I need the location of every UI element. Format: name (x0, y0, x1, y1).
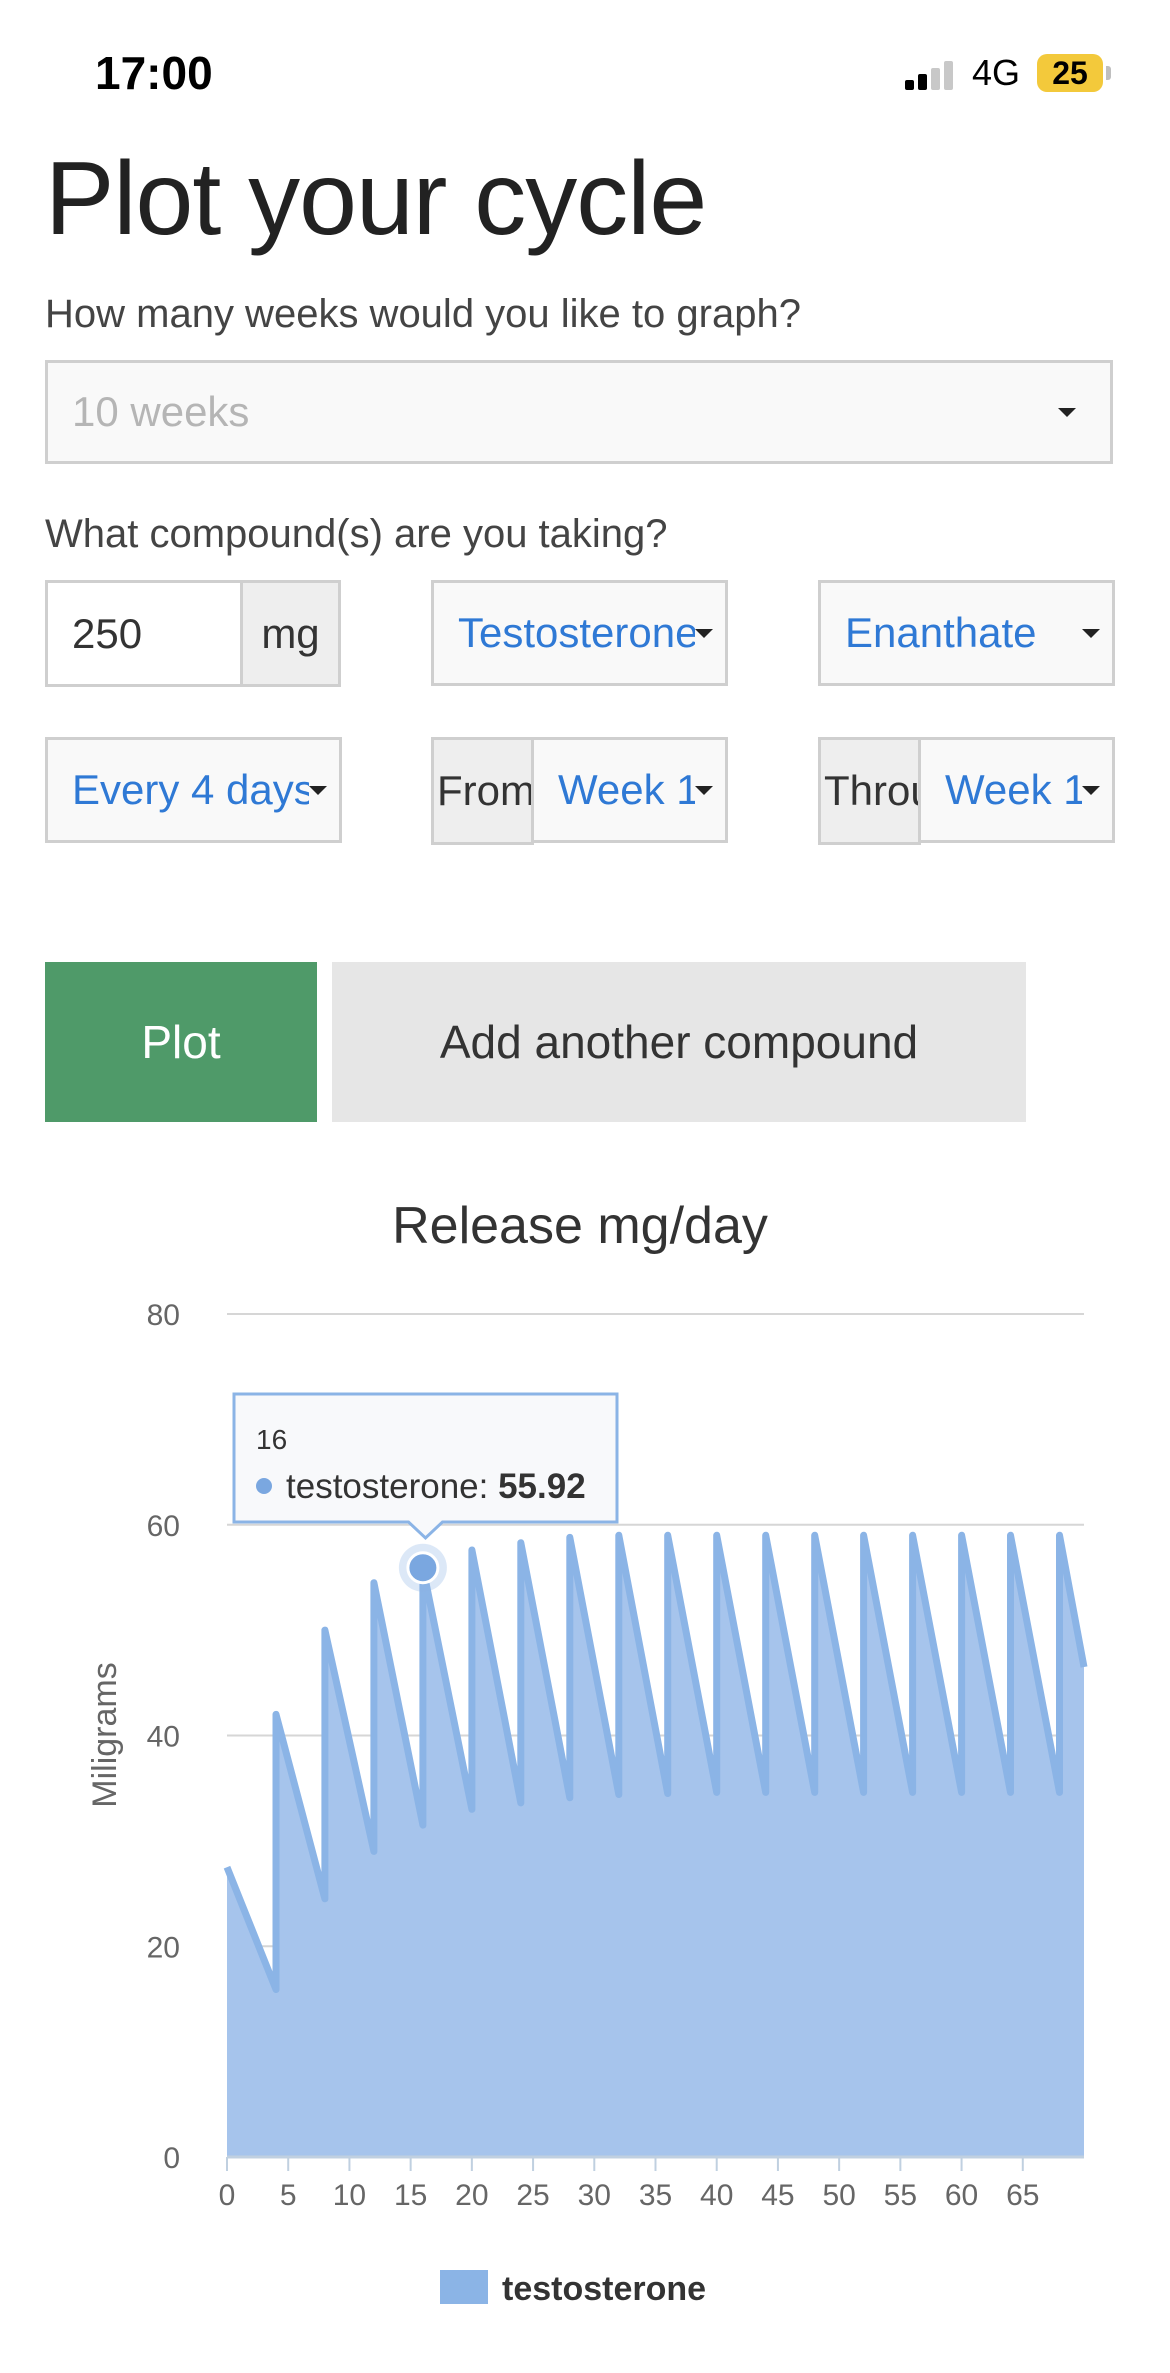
tooltip-series-dot (256, 1478, 272, 1494)
chevron-down-icon (695, 629, 713, 638)
x-tick-label: 30 (578, 2179, 611, 2212)
tooltip-series-name: testosterone: (286, 1467, 498, 1506)
x-tick-label: 5 (280, 2179, 297, 2212)
y-tick-label: 0 (163, 2142, 180, 2175)
y-tick-label: 40 (147, 1721, 180, 1754)
tooltip-value-line: testosterone: 55.92 (286, 1467, 586, 1506)
plot-button[interactable]: Plot (45, 962, 317, 1122)
x-tick-label: 0 (219, 2179, 236, 2212)
x-tick-label: 65 (1006, 2179, 1039, 2212)
through-week-select[interactable]: Week 10 (918, 737, 1115, 843)
chart-title: Release mg/day (392, 1197, 768, 1255)
hover-point (406, 1551, 440, 1585)
network-type: 4G (972, 52, 1021, 93)
ester-select[interactable]: Enanthate (818, 580, 1115, 686)
x-tick-label: 25 (516, 2179, 549, 2212)
add-compound-button[interactable]: Add another compound (332, 962, 1026, 1122)
dose-unit-addon: mg (240, 580, 341, 687)
compound-question-label: What compound(s) are you taking? (45, 512, 668, 556)
dose-input[interactable]: 250 (45, 580, 243, 687)
compound-select[interactable]: Testosterone (431, 580, 728, 686)
legend-label-testosterone[interactable]: testosterone (502, 2270, 706, 2308)
battery-icon: 25 (1037, 54, 1103, 92)
y-axis-label: Miligrams (86, 1662, 124, 1807)
x-tick-label: 35 (639, 2179, 672, 2212)
battery-tip (1106, 66, 1111, 80)
x-tick-label: 10 (333, 2179, 366, 2212)
compound-select-value: Testosterone (458, 609, 695, 656)
release-chart[interactable]: Release mg/day Miligrams 0 20 40 60 80 0 5 10 1… (0, 1180, 1170, 2373)
x-tick-label: 20 (455, 2179, 488, 2212)
tooltip-x-label: 16 (256, 1424, 287, 1455)
ester-select-value: Enanthate (845, 609, 1037, 656)
x-tick-label: 40 (700, 2179, 733, 2212)
x-tick-label: 55 (884, 2179, 917, 2212)
x-tick-label: 60 (945, 2179, 978, 2212)
from-week-value: Week 1 (558, 766, 695, 813)
cellular-signal-icon (905, 60, 957, 90)
chevron-down-icon (1082, 786, 1100, 795)
weeks-select[interactable]: 10 weeks (45, 360, 1113, 464)
legend-swatch (440, 2270, 488, 2304)
y-tick-label: 20 (147, 1931, 180, 1964)
from-week-select[interactable]: Week 1 (531, 737, 728, 843)
through-addon: Throu (818, 737, 921, 845)
x-tick-label: 15 (394, 2179, 427, 2212)
y-tick-label: 80 (147, 1299, 180, 1332)
from-addon: From (431, 737, 534, 845)
tooltip-box (232, 1392, 619, 1541)
frequency-select[interactable]: Every 4 days (45, 737, 342, 843)
y-tick-label: 60 (147, 1510, 180, 1543)
series-area-testosterone (227, 1535, 1084, 2157)
weeks-question-label: How many weeks would you like to graph? (45, 292, 801, 336)
chevron-down-icon (695, 786, 713, 795)
through-week-value: Week 10 (945, 766, 1082, 813)
tooltip-value: 55.92 (498, 1467, 586, 1506)
chevron-down-icon (1058, 408, 1076, 417)
weeks-select-value: 10 weeks (72, 388, 250, 435)
x-tick-label: 45 (761, 2179, 794, 2212)
chevron-down-icon (1082, 629, 1100, 638)
x-tick-label: 50 (822, 2179, 855, 2212)
status-time: 17:00 (95, 47, 213, 99)
chevron-down-icon (309, 786, 327, 795)
frequency-select-value: Every 4 days (72, 766, 309, 813)
page-title: Plot your cycle (45, 141, 707, 257)
